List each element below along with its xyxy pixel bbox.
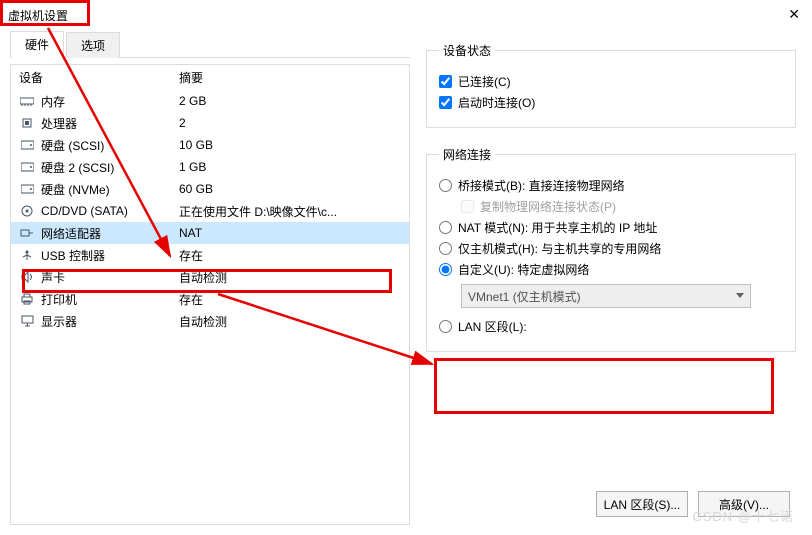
checkbox-connected-box[interactable]: [439, 75, 452, 88]
device-row-disk[interactable]: 硬盘 (SCSI) 10 GB: [11, 134, 409, 156]
device-row-cpu[interactable]: 处理器 2: [11, 112, 409, 134]
printer-icon: [19, 291, 35, 307]
display-icon: [19, 313, 35, 329]
sound-icon: [19, 269, 35, 285]
close-icon[interactable]: ✕: [788, 6, 800, 23]
device-list: 设备 摘要 内存 2 GB 处理器 2 硬盘 (SCSI) 10 GB: [10, 64, 410, 525]
network-icon: [19, 225, 35, 241]
checkbox-replicate-box: [461, 200, 474, 213]
tab-hardware[interactable]: 硬件: [10, 31, 64, 58]
radio-lan-input[interactable]: [439, 320, 452, 333]
radio-custom[interactable]: 自定义(U): 特定虚拟网络: [439, 261, 783, 278]
col-device: 设备: [19, 69, 179, 86]
radio-custom-input[interactable]: [439, 263, 452, 276]
radio-nat-input[interactable]: [439, 221, 452, 234]
radio-bridged[interactable]: 桥接模式(B): 直接连接物理网络: [439, 177, 783, 194]
checkbox-connect-power[interactable]: 启动时连接(O): [439, 94, 783, 111]
checkbox-replicate: 复制物理网络连接状态(P): [461, 198, 783, 215]
cd-icon: [19, 203, 35, 219]
group-device-state: 设备状态 已连接(C) 启动时连接(O): [426, 42, 796, 128]
group-network: 网络连接 桥接模式(B): 直接连接物理网络 复制物理网络连接状态(P) NAT…: [426, 146, 796, 352]
radio-hostonly-input[interactable]: [439, 242, 452, 255]
checkbox-connected[interactable]: 已连接(C): [439, 73, 783, 90]
radio-lan-segment[interactable]: LAN 区段(L):: [439, 318, 783, 335]
device-row-usb[interactable]: USB 控制器 存在: [11, 244, 409, 266]
disk-icon: [19, 137, 35, 153]
radio-bridged-input[interactable]: [439, 179, 452, 192]
window-title: 虚拟机设置: [8, 7, 68, 24]
device-row-printer[interactable]: 打印机 存在: [11, 288, 409, 310]
disk-icon: [19, 181, 35, 197]
chevron-down-icon: [736, 293, 744, 298]
device-row-cd[interactable]: CD/DVD (SATA) 正在使用文件 D:\映像文件\c...: [11, 200, 409, 222]
col-summary: 摘要: [179, 69, 401, 86]
watermark: CSDN @十七诺: [692, 506, 794, 525]
radio-hostonly[interactable]: 仅主机模式(H): 与主机共享的专用网络: [439, 240, 783, 257]
dropdown-custom-vmnet[interactable]: VMnet1 (仅主机模式): [461, 284, 751, 308]
checkbox-connect-power-box[interactable]: [439, 96, 452, 109]
device-row-network[interactable]: 网络适配器 NAT: [11, 222, 409, 244]
left-panel: 硬件 选项 设备 摘要 内存 2 GB 处理器 2 硬盘 (SCSI): [10, 30, 410, 525]
disk-icon: [19, 159, 35, 175]
right-panel: 设备状态 已连接(C) 启动时连接(O) 网络连接 桥接模式(B): 直接连接物…: [410, 30, 802, 525]
device-row-disk[interactable]: 硬盘 (NVMe) 60 GB: [11, 178, 409, 200]
tabs: 硬件 选项: [10, 30, 410, 58]
usb-icon: [19, 247, 35, 263]
device-row-sound[interactable]: 声卡 自动检测: [11, 266, 409, 288]
tab-options[interactable]: 选项: [66, 32, 120, 58]
legend-state: 设备状态: [439, 42, 495, 59]
memory-icon: [19, 93, 35, 109]
device-row-disk[interactable]: 硬盘 2 (SCSI) 1 GB: [11, 156, 409, 178]
radio-nat[interactable]: NAT 模式(N): 用于共享主机的 IP 地址: [439, 219, 783, 236]
device-row-memory[interactable]: 内存 2 GB: [11, 90, 409, 112]
cpu-icon: [19, 115, 35, 131]
lan-segments-button[interactable]: LAN 区段(S)...: [596, 491, 688, 517]
device-row-display[interactable]: 显示器 自动检测: [11, 310, 409, 332]
title-bar: 虚拟机设置 ✕: [0, 0, 812, 30]
device-list-header: 设备 摘要: [11, 65, 409, 90]
legend-network: 网络连接: [439, 146, 495, 163]
content: 硬件 选项 设备 摘要 内存 2 GB 处理器 2 硬盘 (SCSI): [0, 30, 812, 535]
